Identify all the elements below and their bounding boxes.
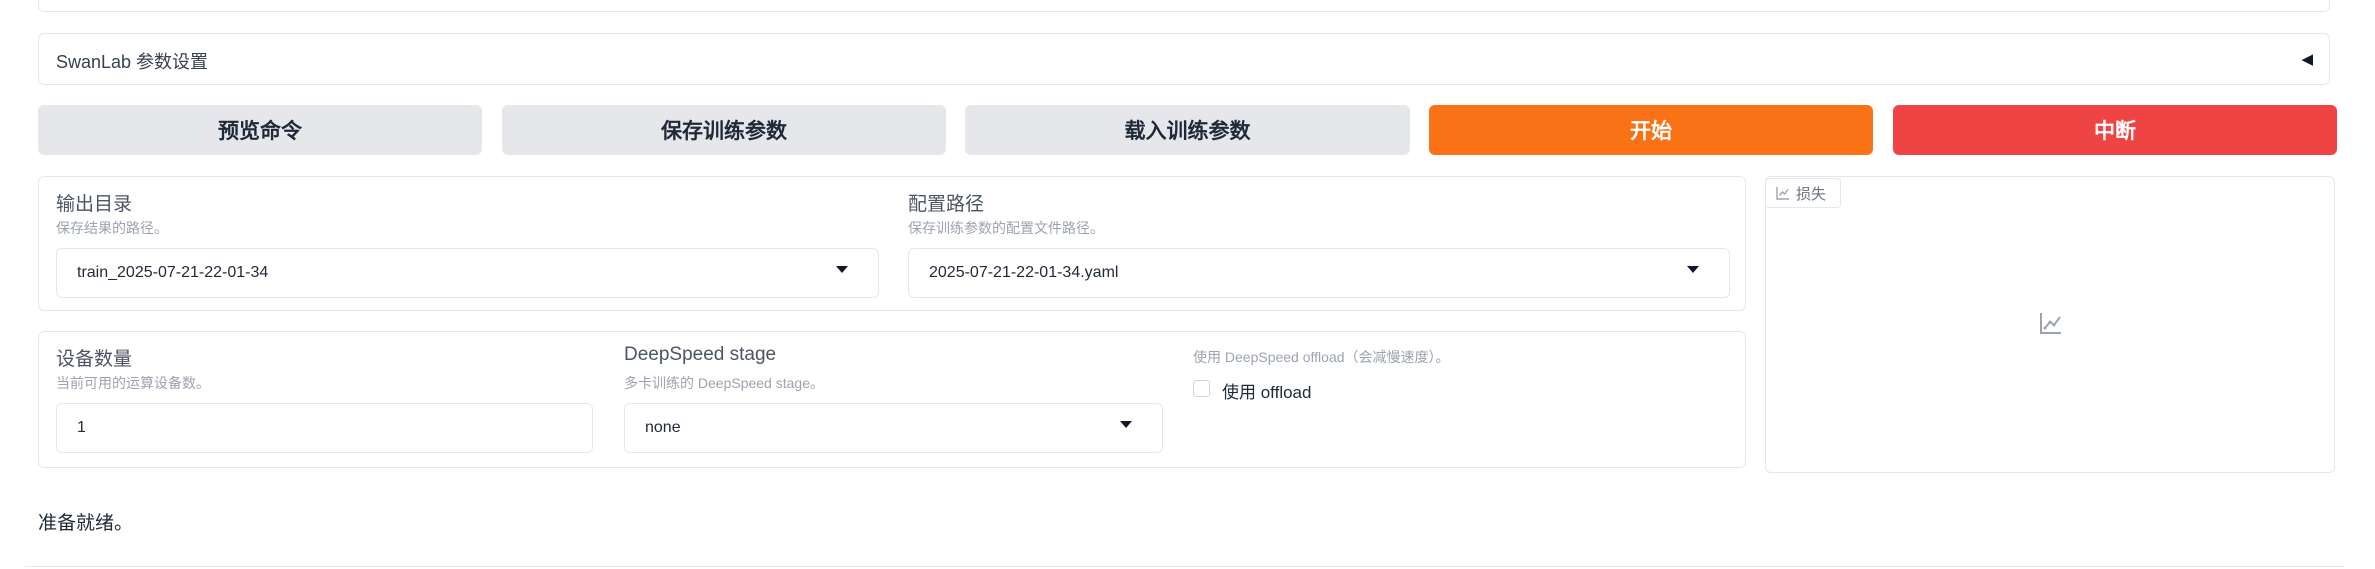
dropdown-arrow-icon <box>836 266 848 273</box>
swanlab-accordion-label: SwanLab 参数设置 <box>56 52 209 72</box>
divider <box>25 566 2345 567</box>
chart-icon <box>1776 187 1789 200</box>
ds-offload-info: 使用 DeepSpeed offload（会减慢速度）。 <box>1193 349 1450 365</box>
device-count-info: 当前可用的运算设备数。 <box>56 375 210 391</box>
previous-accordion-edge <box>38 0 2330 12</box>
output-dir-value: train_2025-07-21-22-01-34 <box>77 264 269 281</box>
loss-plot-panel <box>1765 176 2335 473</box>
ds-offload-checkbox[interactable] <box>1193 380 1210 397</box>
preview-command-button[interactable]: 预览命令 <box>38 105 482 155</box>
ds-stage-value: none <box>645 419 681 436</box>
abort-button[interactable]: 中断 <box>1893 105 2337 155</box>
config-path-label: 配置路径 <box>908 194 985 215</box>
ds-stage-info: 多卡训练的 DeepSpeed stage。 <box>624 375 824 391</box>
dropdown-arrow-icon <box>1120 421 1132 428</box>
device-count-value: 1 <box>77 419 86 436</box>
collapse-caret-icon[interactable]: ◀ <box>2301 50 2313 68</box>
status-text: 准备就绪。 <box>38 513 134 534</box>
device-count-input[interactable]: 1 <box>56 403 593 453</box>
output-dir-info: 保存结果的路径。 <box>56 220 168 236</box>
loss-plot-label: 损失 <box>1796 185 1827 203</box>
load-args-button[interactable]: 载入训练参数 <box>965 105 1410 155</box>
ds-stage-label: DeepSpeed stage <box>624 344 777 365</box>
output-dir-dropdown[interactable]: train_2025-07-21-22-01-34 <box>56 248 879 298</box>
output-dir-label: 输出目录 <box>56 194 133 215</box>
device-deepspeed-panel: 设备数量 当前可用的运算设备数。 1 DeepSpeed stage 多卡训练的… <box>38 331 1746 468</box>
output-config-panel: 输出目录 保存结果的路径。 train_2025-07-21-22-01-34 … <box>38 176 1746 311</box>
config-path-value: 2025-07-21-22-01-34.yaml <box>929 264 1119 281</box>
start-button[interactable]: 开始 <box>1429 105 1873 155</box>
save-args-button[interactable]: 保存训练参数 <box>502 105 946 155</box>
dropdown-arrow-icon <box>1687 266 1699 273</box>
loss-plot-tab: 损失 <box>1765 178 1841 208</box>
config-path-info: 保存训练参数的配置文件路径。 <box>908 220 1104 236</box>
config-path-dropdown[interactable]: 2025-07-21-22-01-34.yaml <box>908 248 1730 298</box>
ds-offload-label: 使用 offload <box>1222 383 1312 402</box>
empty-plot-icon <box>2040 313 2061 334</box>
device-count-label: 设备数量 <box>56 349 133 370</box>
ds-stage-dropdown[interactable]: none <box>624 403 1163 453</box>
swanlab-accordion[interactable]: SwanLab 参数设置 ◀ <box>38 33 2330 85</box>
